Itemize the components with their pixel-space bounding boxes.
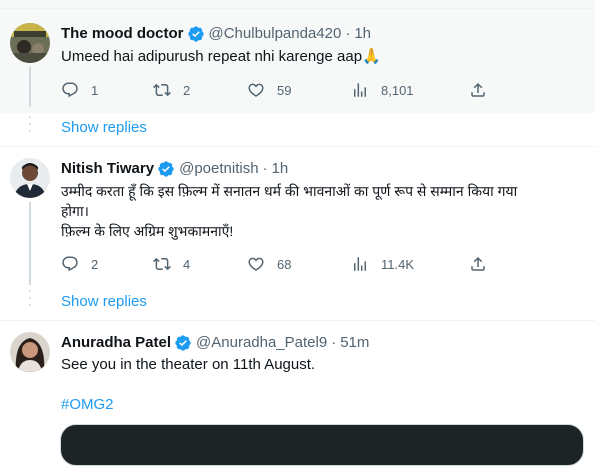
tweet-card[interactable]: Anuradha Patel @Anuradha_Patel9 · 51m Se…: [0, 321, 595, 430]
reply-count: 2: [91, 256, 99, 272]
reply-icon: [62, 82, 78, 98]
show-replies-link[interactable]: Show replies: [61, 118, 147, 138]
tweet-text: उम्मीद करता हूँ कि इस फ़िल्म में सनातन ध…: [61, 181, 591, 241]
thread-dot: [29, 304, 31, 306]
author-handle[interactable]: @poetnitish: [179, 159, 258, 179]
avatar[interactable]: [10, 23, 50, 63]
views-count: 8,101: [381, 82, 414, 98]
timestamp[interactable]: 1h: [272, 159, 289, 179]
retweet-icon: [153, 257, 171, 271]
show-replies-link[interactable]: Show replies: [61, 292, 147, 312]
tweet-text-line: Umeed hai adipurush repeat nhi karenge a…: [61, 48, 381, 65]
thread-dot: [29, 290, 31, 292]
views-icon: [354, 257, 366, 271]
tweet-header: The mood doctor @Chulbulpanda420 · 1h: [61, 24, 371, 44]
separator-dot: ·: [262, 160, 268, 177]
thread-dot: [29, 116, 31, 118]
author-name[interactable]: Anuradha Patel: [61, 333, 171, 353]
show-replies-row: Show replies: [0, 287, 595, 319]
retweet-button[interactable]: 4: [153, 254, 190, 274]
tweet-card[interactable]: The mood doctor @Chulbulpanda420 · 1h Um…: [0, 0, 595, 113]
timestamp[interactable]: 51m: [340, 333, 369, 353]
action-bar: 1 2 59 8,101: [61, 80, 521, 100]
avatar[interactable]: [10, 158, 50, 198]
verified-badge-icon: [175, 335, 191, 351]
retweet-count: 4: [183, 256, 191, 272]
author-name[interactable]: The mood doctor: [61, 24, 184, 44]
author-handle[interactable]: @Anuradha_Patel9: [196, 333, 327, 353]
reply-button[interactable]: 2: [61, 254, 98, 274]
retweet-icon: [153, 83, 171, 97]
reply-icon: [62, 256, 78, 272]
verified-badge-icon: [187, 26, 204, 42]
tweet-text: Umeed hai adipurush repeat nhi karenge a…: [61, 47, 581, 67]
avatar[interactable]: [10, 332, 50, 372]
views-button[interactable]: 11.4K: [351, 254, 414, 274]
thread-dot: [29, 130, 31, 132]
tweet-text-line: होगा।: [61, 203, 89, 219]
retweet-button[interactable]: 2: [153, 80, 190, 100]
tweet-header: Anuradha Patel @Anuradha_Patel9 · 51m: [61, 333, 369, 353]
like-count: 68: [277, 256, 292, 272]
media-preview[interactable]: [60, 424, 584, 466]
author-name[interactable]: Nitish Tiwary: [61, 159, 154, 179]
reply-count: 1: [91, 82, 99, 98]
like-button[interactable]: 68: [247, 254, 291, 274]
heart-icon: [248, 257, 264, 271]
action-bar: 2 4 68 11.4K: [61, 254, 521, 274]
heart-icon: [248, 83, 264, 97]
thread-line: [29, 67, 31, 107]
author-handle[interactable]: @Chulbulpanda420: [209, 24, 342, 44]
hashtag-link[interactable]: #OMG2: [61, 395, 114, 415]
retweet-count: 2: [183, 82, 191, 98]
tweet-card[interactable]: Nitish Tiwary @poetnitish · 1h उम्मीद कर…: [0, 147, 595, 285]
views-button[interactable]: 8,101: [351, 80, 414, 100]
thread-line: [29, 202, 31, 285]
views-icon: [354, 83, 366, 97]
views-count: 11.4K: [381, 256, 415, 272]
thread-dot: [29, 123, 31, 125]
thread-dot: [29, 297, 31, 299]
tweet-text-line: See you in the theater on 11th August.: [61, 356, 316, 373]
verified-badge-icon: [158, 161, 174, 177]
share-button[interactable]: [469, 80, 487, 100]
show-replies-row: Show replies: [0, 113, 595, 145]
timestamp[interactable]: 1h: [354, 24, 371, 44]
separator-dot: ·: [331, 334, 337, 351]
reply-button[interactable]: 1: [61, 80, 98, 100]
share-icon: [471, 256, 485, 271]
tweet-header: Nitish Tiwary @poetnitish · 1h: [61, 159, 288, 179]
separator-dot: ·: [345, 25, 351, 42]
divider: [0, 8, 595, 9]
like-button[interactable]: 59: [247, 80, 291, 100]
like-count: 59: [277, 82, 292, 98]
share-icon: [471, 82, 485, 97]
tweet-text-line: फ़िल्म के लिए अग्रिम शुभकामनाएँ!: [61, 223, 234, 239]
tweet-text: See you in the theater on 11th August.: [61, 355, 581, 375]
tweet-text-line: उम्मीद करता हूँ कि इस फ़िल्म में सनातन ध…: [61, 183, 518, 199]
share-button[interactable]: [469, 254, 487, 274]
